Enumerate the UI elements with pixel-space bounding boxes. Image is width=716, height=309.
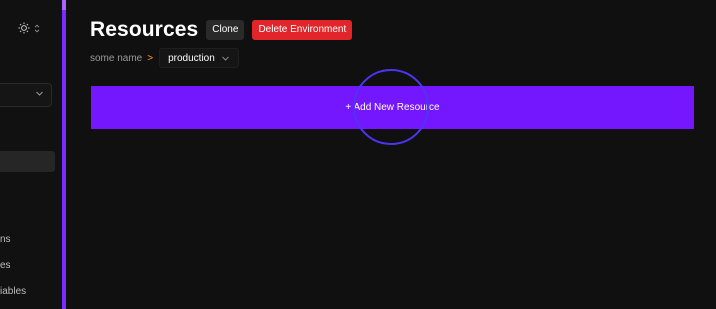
sun-icon [18,22,30,34]
resize-handle-grip [62,0,66,10]
breadcrumb-separator: > [147,52,154,64]
breadcrumb-project[interactable]: some name [90,53,142,64]
chevron-down-icon [222,56,229,61]
sidebar-resize-handle[interactable] [62,0,66,309]
sidebar: ns es iables [0,0,62,309]
page-header: Resources Clone Delete Environment [90,18,353,42]
chevron-down-icon [36,91,43,96]
delete-environment-button[interactable]: Delete Environment [252,20,353,40]
clone-button[interactable]: Clone [206,20,245,40]
theme-toggle[interactable] [18,19,48,37]
sidebar-select[interactable] [0,83,52,107]
breadcrumb: some name > production [90,48,240,68]
sidebar-item-active[interactable] [0,151,55,172]
app-root: ns es iables Resources Clone Delete Envi… [0,0,716,309]
sidebar-link-1[interactable]: ns [0,234,56,245]
environment-select-value: production [168,52,215,64]
sidebar-link-2[interactable]: es [0,260,56,271]
sidebar-link-3[interactable]: iables [0,286,56,297]
page-title: Resources [90,18,199,41]
add-new-resource-button[interactable]: + Add New Resource [91,86,694,129]
chevron-updown-icon [34,24,40,32]
environment-select[interactable]: production [159,48,240,68]
